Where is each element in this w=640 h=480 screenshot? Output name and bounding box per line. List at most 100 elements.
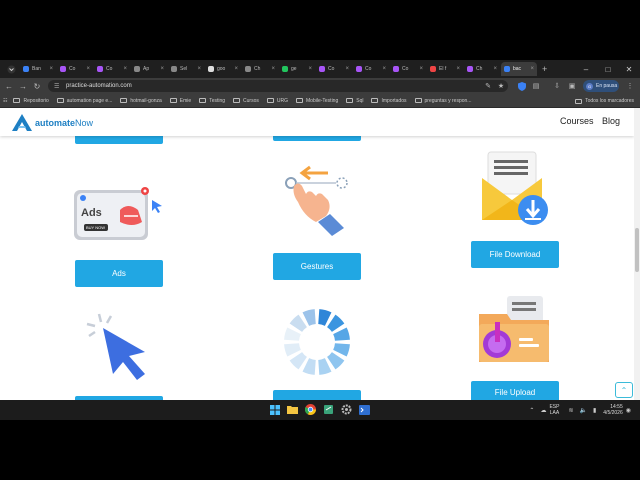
tab-close-icon[interactable]: × (345, 66, 349, 72)
bookmark-item[interactable]: automation page e... (56, 97, 113, 104)
scroll-to-top-button[interactable]: ⌃ (615, 382, 633, 398)
site-info-icon[interactable]: ☰ (54, 83, 62, 90)
tab-close-icon[interactable]: × (530, 66, 534, 72)
terminal-icon[interactable] (358, 403, 371, 416)
browser-tab[interactable]: Co × (57, 62, 93, 76)
bookmark-item[interactable]: Importados (371, 98, 407, 104)
gestures-button[interactable]: Gestures (273, 253, 361, 280)
bookmark-item[interactable]: hotmail-gonza (120, 98, 162, 104)
bookmark-item[interactable]: Mobile-Testing (296, 98, 338, 104)
tab-close-icon[interactable]: × (271, 66, 275, 72)
language-indicator[interactable]: ESP LAA (549, 404, 559, 416)
file-download-button[interactable]: File Download (471, 241, 559, 268)
chevron-up-icon[interactable]: ⌃ (529, 407, 534, 414)
folder-icon (371, 98, 379, 103)
site-logo[interactable]: automate Now (12, 114, 93, 131)
card-button-partial[interactable] (273, 390, 361, 400)
folder-icon (575, 98, 583, 104)
file-upload-button[interactable]: File Upload (471, 381, 559, 400)
volume-icon[interactable]: 🔈 (579, 407, 586, 414)
tab-label: Co (365, 66, 372, 72)
profile-paused-chip[interactable]: G En pausa (583, 80, 619, 92)
close-window-button[interactable]: ✕ (618, 60, 640, 78)
bookmark-label: Mobile-Testing (306, 97, 339, 104)
apps-grid-icon[interactable]: ☷ (3, 98, 7, 104)
sidebar-icon[interactable]: ▣ (566, 80, 578, 92)
tab-favicon-icon (319, 66, 325, 72)
bookmark-item[interactable]: Repositorio (13, 98, 49, 104)
browser-tab[interactable]: Co × (94, 62, 130, 76)
folder-icon (266, 98, 274, 103)
browser-tab[interactable]: goo × (205, 62, 241, 76)
reload-button[interactable]: ↻ (30, 79, 44, 93)
bookmark-item[interactable]: Emie (169, 98, 191, 104)
notepad-icon[interactable] (322, 403, 335, 416)
notification-bell-icon[interactable]: ◉ (626, 407, 631, 414)
settings-gear-icon[interactable] (340, 403, 353, 416)
bookmark-item[interactable]: URG (266, 98, 288, 104)
onedrive-icon[interactable]: ☁ (540, 407, 546, 414)
browser-tab[interactable]: Ban × (20, 62, 56, 76)
browser-tab[interactable]: Co × (353, 62, 389, 76)
tab-close-icon[interactable]: × (123, 66, 127, 72)
back-button[interactable]: ← (2, 79, 16, 93)
browser-tab[interactable]: Ch × (464, 62, 500, 76)
gestures-illustration (282, 164, 354, 249)
extensions-icon[interactable]: ▤ (530, 80, 542, 92)
tab-close-icon[interactable]: × (419, 66, 423, 72)
tab-close-icon[interactable]: × (197, 66, 201, 72)
bookmark-item[interactable]: Cursos (233, 98, 259, 104)
url-text: practice-automation.com (66, 83, 132, 89)
browser-tab[interactable]: Co × (316, 62, 352, 76)
scrollbar-thumb[interactable] (635, 228, 639, 272)
maximize-button[interactable]: □ (597, 60, 619, 78)
new-tab-button[interactable]: + (542, 64, 547, 74)
tab-label: Co (328, 66, 335, 72)
forward-button[interactable]: → (16, 79, 30, 93)
profile-status-text: En pausa (596, 83, 618, 89)
system-tray: ⌃ ☁ ESP LAA ≋ 🔈 ▮ 14:55 4/5/2026 ◉ (526, 400, 634, 420)
tab-close-icon[interactable]: × (456, 66, 460, 72)
windows-start-icon[interactable] (268, 403, 281, 416)
tab-label: Ap (143, 66, 150, 72)
tab-search-button[interactable] (4, 62, 18, 76)
tab-close-icon[interactable]: × (382, 66, 386, 72)
browser-tab-strip: Ban × Co × Co × Ap × Sel × goo × Ch × ge × Co × Co × Co × El f… (0, 60, 640, 78)
browser-tab[interactable]: Ch × (242, 62, 278, 76)
nav-courses-link[interactable]: Courses (560, 116, 594, 126)
browser-tab[interactable]: Sel × (168, 62, 204, 76)
tab-close-icon[interactable]: × (234, 66, 238, 72)
spinner-segment (289, 352, 307, 370)
browser-tab[interactable]: ge × (279, 62, 315, 76)
tab-close-icon[interactable]: × (86, 66, 90, 72)
ads-button[interactable]: Ads (75, 260, 163, 287)
browser-tab[interactable]: El f × (427, 62, 463, 76)
menu-kebab-icon[interactable]: ⋮ (624, 80, 636, 92)
loading-spinner-illustration (280, 306, 354, 383)
browser-tab[interactable]: bac × (501, 62, 537, 76)
extension-shield-icon[interactable] (516, 80, 528, 92)
bookmark-item[interactable]: preguntas y respon... (414, 98, 471, 104)
battery-icon[interactable]: ▮ (593, 407, 596, 414)
tab-close-icon[interactable]: × (49, 66, 53, 72)
bookmark-item[interactable]: Sql (346, 98, 363, 104)
clock[interactable]: 14:55 4/5/2026 (603, 404, 622, 416)
nav-blog-link[interactable]: Blog (602, 116, 620, 126)
chrome-icon[interactable] (304, 403, 317, 416)
minimize-button[interactable]: – (575, 60, 597, 78)
bookmark-item[interactable]: Testing (199, 98, 225, 104)
translate-icon[interactable]: ✎ (482, 80, 494, 92)
browser-tab[interactable]: Ap × (131, 62, 167, 76)
all-bookmarks-button[interactable]: Todos los marcadores (575, 94, 634, 108)
spinner-segment (318, 358, 332, 375)
file-explorer-icon[interactable] (286, 403, 299, 416)
downloads-icon[interactable]: ⇩ (551, 80, 563, 92)
address-bar[interactable]: ☰ practice-automation.com (48, 80, 508, 92)
tab-close-icon[interactable]: × (160, 66, 164, 72)
wifi-icon[interactable]: ≋ (568, 407, 573, 414)
bookmark-label: automation page e... (66, 97, 113, 104)
tab-close-icon[interactable]: × (308, 66, 312, 72)
tab-close-icon[interactable]: × (493, 66, 497, 72)
bookmark-star-icon[interactable]: ★ (495, 80, 507, 92)
browser-tab[interactable]: Co × (390, 62, 426, 76)
